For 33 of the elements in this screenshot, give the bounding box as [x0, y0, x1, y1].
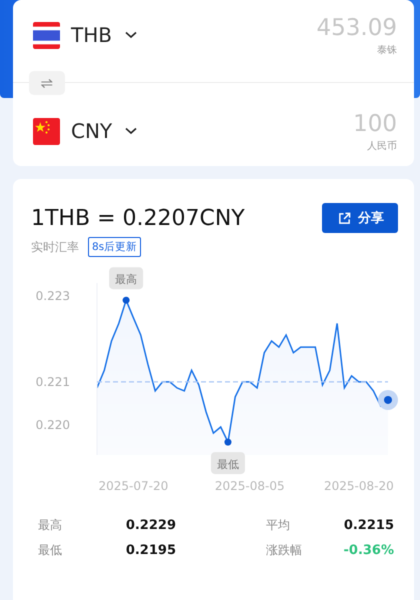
extreme-point	[122, 296, 130, 304]
y-axis-label: 0.221	[36, 374, 70, 389]
x-axis-label: 2025-08-05	[214, 479, 285, 493]
x-axis-label: 2025-07-20	[98, 479, 168, 493]
share-button[interactable]: 分享	[322, 203, 398, 233]
stat-label: 平均	[266, 517, 290, 534]
chevron-down-icon	[125, 127, 138, 135]
currency-name: 人民币	[367, 140, 397, 152]
stat-value: 0.2195	[126, 543, 176, 558]
thailand-flag-icon	[33, 22, 60, 48]
currency-name: 泰铢	[377, 44, 397, 56]
extreme-label: 最高	[109, 267, 144, 290]
share-icon	[338, 212, 351, 224]
currency-selector[interactable]: CNY	[71, 119, 138, 143]
exchange-rate-title: 1THB = 0.2207CNY	[31, 206, 245, 230]
china-flag-icon	[33, 118, 60, 144]
stat-value: 0.2229	[126, 518, 176, 533]
stat-value: -0.36%	[344, 543, 394, 558]
y-axis-label: 0.220	[36, 418, 70, 432]
extreme-point	[224, 438, 232, 446]
currency-selector[interactable]: THB	[71, 23, 137, 47]
stat-value: 0.2215	[344, 518, 394, 533]
extreme-label: 最低	[210, 452, 245, 474]
current-point	[378, 390, 398, 410]
x-axis-label: 2025-08-20	[324, 479, 394, 493]
realtime-rate-label: 实时汇率	[31, 238, 79, 256]
refresh-countdown-badge: 8s后更新	[88, 237, 142, 257]
annotation: 最高	[115, 273, 138, 286]
chevron-down-icon	[124, 31, 137, 39]
stat-label: 涨跌幅	[266, 542, 302, 559]
y-axis-label: 0.223	[36, 288, 70, 303]
stat-label: 最低	[38, 542, 62, 559]
stat-label: 最高	[38, 517, 62, 534]
